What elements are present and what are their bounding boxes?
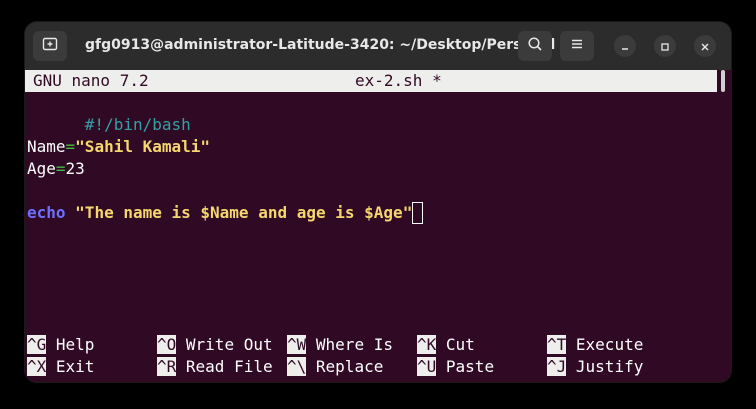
maximize-button[interactable] <box>654 35 676 57</box>
minimize-button[interactable] <box>614 35 636 57</box>
code-line-4[interactable]: Age=23 <box>27 158 85 180</box>
title-bar[interactable]: gfg0913@administrator-Latitude-3420: ~/D… <box>25 22 731 70</box>
shortcut-where-is[interactable]: ^W Where Is <box>287 334 393 356</box>
code-line-6[interactable]: echo "The name is $Name and age is $Age" <box>27 202 424 224</box>
terminal-window: gfg0913@administrator-Latitude-3420: ~/D… <box>25 22 731 382</box>
shortcut-help[interactable]: ^G Help <box>27 334 94 356</box>
code-line-3[interactable]: Name="Sahil Kamali" <box>27 136 210 158</box>
search-icon <box>527 36 543 56</box>
window-title: gfg0913@administrator-Latitude-3420: ~/D… <box>85 37 556 53</box>
close-icon <box>700 37 710 56</box>
minimize-icon <box>620 37 630 56</box>
shortcut-replace[interactable]: ^\ Replace <box>287 356 383 378</box>
shortcut-execute[interactable]: ^T Execute <box>547 334 643 356</box>
maximize-icon <box>660 37 670 56</box>
assign-operator: = <box>65 137 76 156</box>
nano-version: GNU nano 7.2 <box>33 71 149 90</box>
shortcut-exit[interactable]: ^X Exit <box>27 356 94 378</box>
search-button[interactable] <box>518 31 552 61</box>
close-button[interactable] <box>694 35 716 57</box>
shortcut-write-out[interactable]: ^O Write Out <box>157 334 273 356</box>
echo-string: "The name is $Name and age is $Age" <box>75 203 413 222</box>
assign-operator: = <box>55 159 66 178</box>
variable-age: Age <box>27 159 56 178</box>
scrollbar[interactable] <box>721 70 725 92</box>
new-tab-icon <box>42 36 58 56</box>
number-value: 23 <box>65 159 85 178</box>
shortcut-paste[interactable]: ^U Paste <box>417 356 494 378</box>
nano-shortcut-bar: ^G Help ^O Write Out ^W Where Is ^K Cut … <box>25 334 731 378</box>
shortcut-cut[interactable]: ^K Cut <box>417 334 475 356</box>
nano-filename: ex-2.sh * <box>355 71 442 90</box>
hamburger-menu-icon <box>569 36 585 56</box>
string-value: "Sahil Kamali" <box>75 137 211 156</box>
variable-name: Name <box>27 137 66 156</box>
code-line-1[interactable]: #!/bin/bash <box>27 92 191 134</box>
shebang-comment: #!/bin/bash <box>84 115 191 134</box>
new-tab-button[interactable] <box>33 31 67 61</box>
nano-header-bar: GNU nano 7.2 ex-2.sh * <box>25 70 717 92</box>
shortcut-read-file[interactable]: ^R Read File <box>157 356 273 378</box>
menu-button[interactable] <box>560 31 594 61</box>
shortcut-justify[interactable]: ^J Justify <box>547 356 643 378</box>
echo-keyword: echo <box>27 203 66 222</box>
terminal-area[interactable]: GNU nano 7.2 ex-2.sh * #!/bin/bash Name=… <box>25 70 731 382</box>
text-cursor <box>412 202 424 224</box>
